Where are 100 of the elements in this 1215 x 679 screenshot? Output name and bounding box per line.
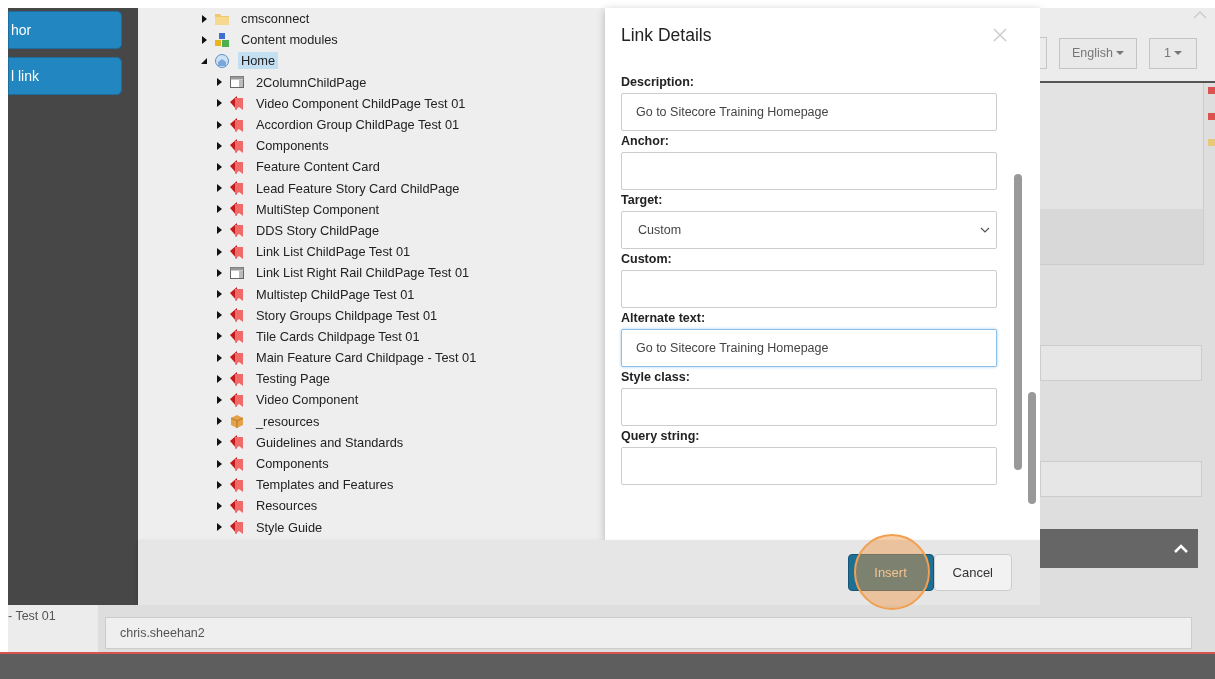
- expand-triangle-icon[interactable]: [215, 332, 223, 341]
- expand-triangle-icon[interactable]: [215, 184, 223, 193]
- tree-item[interactable]: Templates and Features: [253, 476, 397, 494]
- box-icon: [229, 413, 245, 430]
- input-field[interactable]: [621, 447, 997, 485]
- tree-item[interactable]: Accordion Group ChildPage Test 01: [253, 116, 463, 134]
- expand-triangle-icon[interactable]: [215, 226, 223, 235]
- blocks-icon: [214, 31, 230, 48]
- sidebar-button[interactable]: hor: [8, 11, 122, 49]
- tree-item[interactable]: Video Component ChildPage Test 01: [253, 94, 469, 112]
- globe-icon: [214, 52, 230, 69]
- expand-triangle-icon[interactable]: [215, 311, 223, 320]
- expand-triangle-icon[interactable]: [215, 374, 223, 383]
- expand-triangle-icon[interactable]: [215, 78, 223, 87]
- collapse-triangle-icon[interactable]: [200, 56, 208, 65]
- expand-triangle-icon[interactable]: [215, 480, 223, 489]
- field-label: Alternate text:: [621, 310, 707, 326]
- expand-triangle-icon[interactable]: [215, 417, 223, 426]
- tree-item[interactable]: DDS Story ChildPage: [253, 221, 383, 239]
- bookmark-icon: [229, 349, 245, 366]
- tree-item[interactable]: Multistep ChildPage Test 01: [253, 285, 418, 303]
- tree-item[interactable]: Testing Page: [253, 370, 333, 388]
- tree-item[interactable]: Resources: [253, 497, 321, 515]
- target-dropdown[interactable]: Custom: [621, 211, 997, 249]
- caret-icon: [1116, 51, 1124, 55]
- field-label: Style class:: [621, 369, 691, 385]
- tree-item[interactable]: Story Groups Childpage Test 01: [253, 306, 441, 324]
- expand-triangle-icon[interactable]: [215, 120, 223, 129]
- tree-item[interactable]: Video Component: [253, 391, 362, 409]
- tree-item[interactable]: Content modules: [238, 31, 341, 49]
- tree-item[interactable]: Components: [253, 455, 332, 473]
- tree-item[interactable]: cmsconnect: [238, 10, 313, 28]
- sidebar-button[interactable]: l link: [8, 57, 122, 95]
- expand-triangle-icon[interactable]: [215, 438, 223, 447]
- input-field[interactable]: [621, 388, 997, 426]
- expand-triangle-icon[interactable]: [215, 353, 223, 362]
- tree-item[interactable]: Lead Feature Story Card ChildPage: [253, 179, 463, 197]
- expand-triangle-icon[interactable]: [215, 501, 223, 510]
- bookmark-icon: [229, 222, 245, 239]
- dialog-title: Link Details: [621, 24, 712, 46]
- expand-triangle-icon[interactable]: [200, 14, 208, 23]
- expand-triangle-icon[interactable]: [215, 459, 223, 468]
- tree-item[interactable]: Main Feature Card Childpage - Test 01: [253, 349, 480, 367]
- tree-item[interactable]: Feature Content Card: [253, 158, 383, 176]
- input-field[interactable]: chris.sheehan2: [105, 617, 1192, 649]
- layout-icon: [229, 264, 245, 281]
- list-item[interactable]: - Test 01: [8, 605, 98, 652]
- expand-triangle-icon[interactable]: [215, 141, 223, 150]
- tree-item[interactable]: 2ColumnChildPage: [253, 73, 370, 91]
- input-field[interactable]: Go to Sitecore Training Homepage: [621, 93, 997, 131]
- bookmark-icon: [229, 455, 245, 472]
- bookmark-icon: [229, 201, 245, 218]
- expand-triangle-icon[interactable]: [215, 268, 223, 277]
- version-dropdown[interactable]: 1: [1149, 37, 1197, 69]
- layout-icon: [229, 74, 245, 91]
- field-label: Target:: [621, 192, 664, 208]
- expand-triangle-icon[interactable]: [215, 247, 223, 256]
- bookmark-icon: [229, 434, 245, 451]
- tree-item[interactable]: MultiStep Component: [253, 200, 383, 218]
- expand-triangle-icon[interactable]: [215, 99, 223, 108]
- scrollbar-thumb[interactable]: [1028, 392, 1036, 504]
- tree-item[interactable]: _resources: [253, 412, 323, 430]
- bookmark-icon: [229, 116, 245, 133]
- bookmark-icon: [229, 497, 245, 514]
- bookmark-icon: [229, 391, 245, 408]
- bookmark-icon: [229, 137, 245, 154]
- field-label: Description:: [621, 74, 695, 90]
- bookmark-icon: [229, 158, 245, 175]
- input-field[interactable]: Go to Sitecore Training Homepage: [621, 329, 997, 367]
- tree-item[interactable]: Link List ChildPage Test 01: [253, 243, 414, 261]
- field-label: Anchor:: [621, 133, 670, 149]
- tree-item[interactable]: Tile Cards Childpage Test 01: [253, 327, 423, 345]
- chevron-up-icon: [1193, 11, 1207, 19]
- tree-item[interactable]: Guidelines and Standards: [253, 433, 407, 451]
- field-label: Custom:: [621, 251, 673, 267]
- expand-triangle-icon[interactable]: [215, 395, 223, 404]
- input-field[interactable]: [1040, 461, 1202, 497]
- expand-triangle-icon[interactable]: [215, 205, 223, 214]
- tree-item[interactable]: Link List Right Rail ChildPage Test 01: [253, 264, 473, 282]
- scrollbar-thumb[interactable]: [1014, 174, 1022, 470]
- expand-triangle-icon[interactable]: [215, 290, 223, 299]
- chevron-up-icon: [1174, 544, 1188, 553]
- cancel-button[interactable]: Cancel: [933, 554, 1012, 591]
- tree-item[interactable]: Style Guide: [253, 518, 326, 536]
- field-label: Query string:: [621, 428, 701, 444]
- expand-triangle-icon[interactable]: [200, 35, 208, 44]
- tree-item[interactable]: Home: [238, 52, 279, 70]
- expand-triangle-icon[interactable]: [215, 523, 223, 532]
- language-dropdown[interactable]: English: [1059, 37, 1137, 69]
- bookmark-icon: [229, 95, 245, 112]
- expand-triangle-icon[interactable]: [215, 162, 223, 171]
- caret-icon: [1173, 51, 1182, 55]
- bookmark-icon: [229, 243, 245, 260]
- input-field[interactable]: [1040, 345, 1202, 381]
- input-field[interactable]: [621, 152, 997, 190]
- bookmark-icon: [229, 370, 245, 387]
- tree-item[interactable]: Components: [253, 137, 332, 155]
- close-icon: [992, 27, 1008, 43]
- input-field[interactable]: [621, 270, 997, 308]
- bookmark-icon: [229, 328, 245, 345]
